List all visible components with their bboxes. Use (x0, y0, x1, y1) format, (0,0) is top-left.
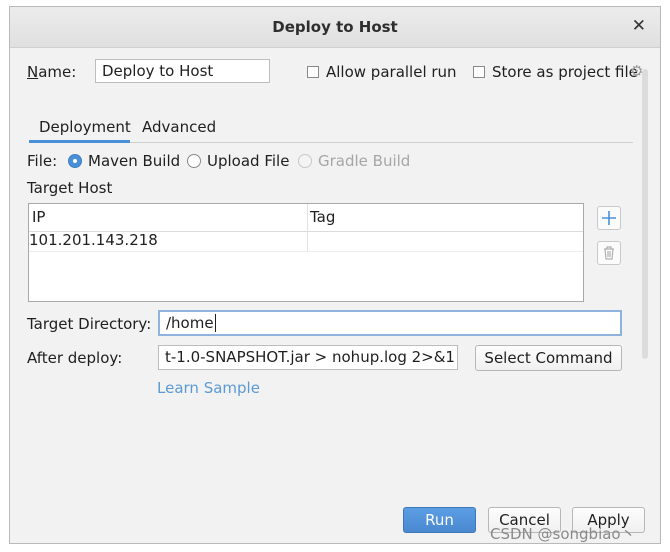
column-header-tag[interactable]: Tag (310, 208, 335, 226)
radio-disabled-icon (298, 154, 312, 168)
name-input[interactable]: Deploy to Host (95, 59, 270, 83)
column-divider (307, 204, 308, 251)
name-label: Name: (27, 63, 77, 81)
checkbox-box[interactable] (307, 66, 319, 78)
target-directory-input[interactable]: /home (158, 310, 622, 336)
deploy-dialog: Deploy to Host ✕ Name: Deploy to Host Al… (9, 6, 661, 544)
target-host-label: Target Host (27, 179, 113, 197)
run-button[interactable]: Run (403, 507, 476, 533)
allow-parallel-run-label: Allow parallel run (326, 63, 457, 81)
remove-host-button[interactable] (597, 241, 621, 265)
table-header: IP Tag (29, 204, 583, 232)
window-title: Deploy to Host (272, 18, 398, 36)
watermark: CSDN @songbiao丶 (490, 525, 636, 543)
title-bar[interactable]: Deploy to Host ✕ (10, 7, 660, 48)
plus-icon (602, 211, 616, 225)
radio-gradle-build: Gradle Build (298, 152, 410, 170)
learn-sample-link[interactable]: Learn Sample (157, 379, 260, 397)
active-tab-indicator (29, 140, 130, 143)
radio-selected-icon[interactable] (68, 154, 82, 168)
target-host-table: IP Tag 101.201.143.218 (28, 203, 584, 302)
allow-parallel-run-checkbox[interactable]: Allow parallel run (307, 63, 457, 81)
after-deploy-label: After deploy: (27, 349, 123, 367)
scrollbar[interactable] (642, 69, 648, 359)
after-deploy-input[interactable]: t-1.0-SNAPSHOT.jar > nohup.log 2>&1 & (158, 345, 458, 370)
target-directory-label: Target Directory: (27, 315, 152, 333)
radio-upload-file[interactable]: Upload File (187, 152, 289, 170)
gradle-build-label: Gradle Build (318, 152, 411, 170)
maven-build-label: Maven Build (88, 152, 181, 170)
table-row[interactable]: 101.201.143.218 (29, 231, 583, 252)
tab-advanced[interactable]: Advanced (142, 118, 216, 136)
column-header-ip[interactable]: IP (32, 208, 45, 226)
checkbox-box[interactable] (473, 66, 485, 78)
file-label: File: (27, 152, 58, 170)
cell-ip: 101.201.143.218 (29, 231, 158, 249)
close-icon[interactable]: ✕ (632, 16, 646, 36)
radio-icon[interactable] (187, 154, 201, 168)
add-host-button[interactable] (597, 206, 621, 230)
store-as-project-file-label: Store as project file (492, 63, 638, 81)
upload-file-label: Upload File (207, 152, 290, 170)
text-cursor (214, 314, 216, 332)
radio-maven-build[interactable]: Maven Build (68, 152, 180, 170)
select-command-button[interactable]: Select Command (475, 345, 622, 371)
target-directory-value: /home (166, 314, 214, 332)
store-as-project-file-checkbox[interactable]: Store as project file (473, 63, 638, 81)
trash-icon (604, 246, 614, 260)
tab-deployment[interactable]: Deployment (39, 118, 131, 136)
